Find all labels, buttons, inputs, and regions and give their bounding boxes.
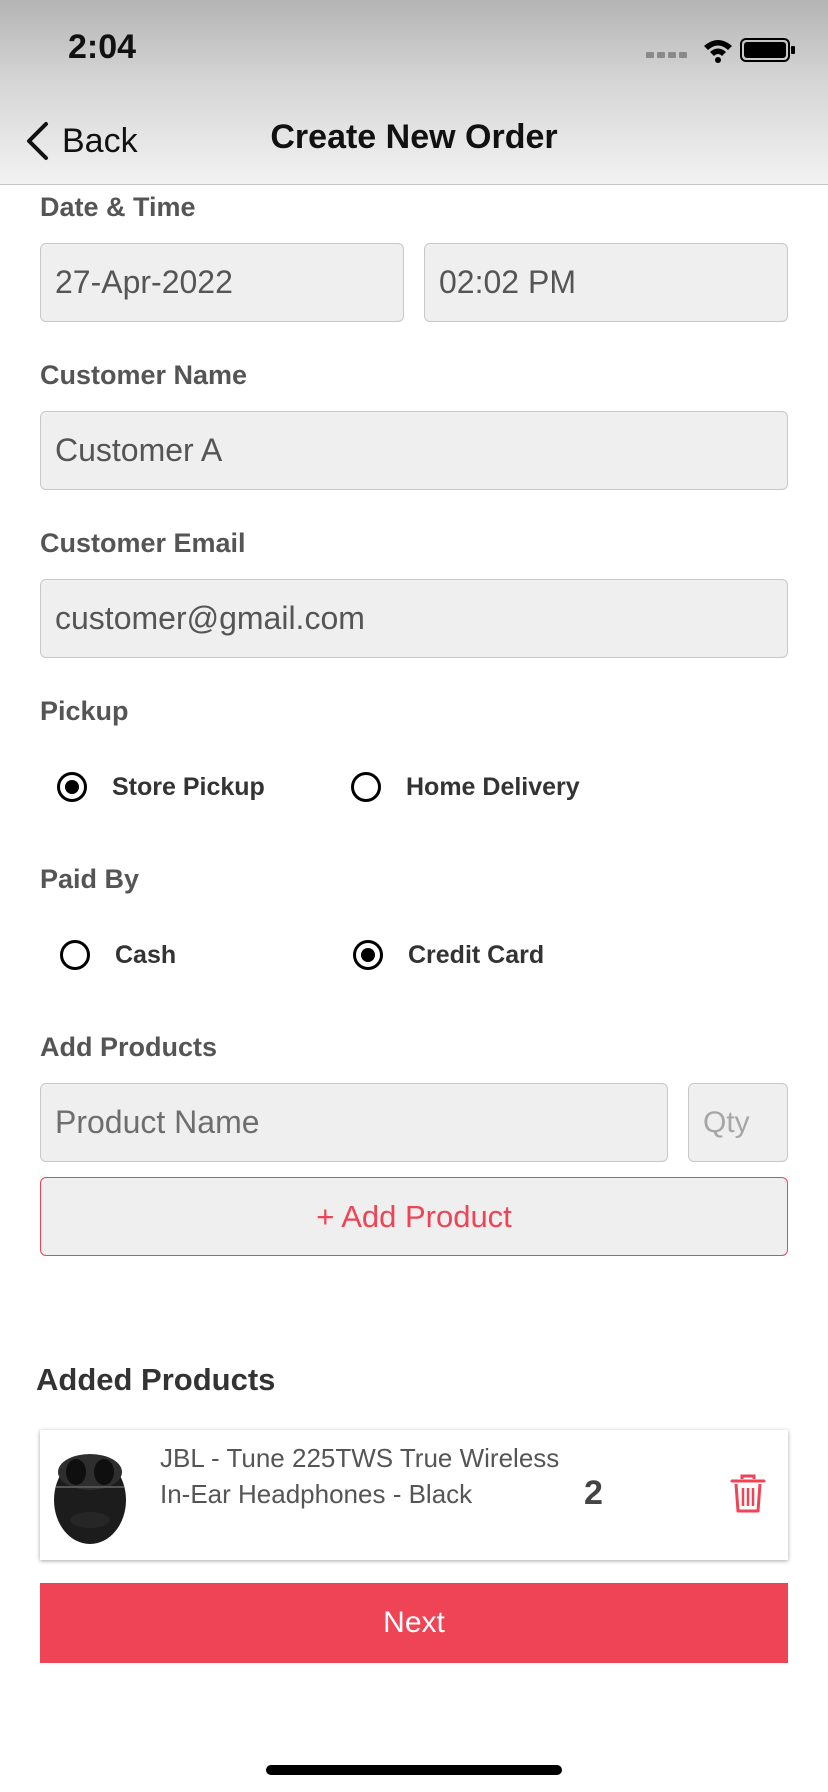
list-item: JBL - Tune 225TWS True Wireless In-Ear H… [40,1430,788,1560]
customer-name-label: Customer Name [40,360,248,390]
product-qty: 2 [584,1474,603,1512]
time-field[interactable]: 02:02 PM [424,243,788,322]
customer-name-field[interactable]: Customer A [40,411,788,490]
trash-icon[interactable] [730,1474,766,1514]
wifi-icon [704,40,732,63]
radio-selected-icon [57,772,87,802]
customer-email-field[interactable]: customer@gmail.com [40,579,788,658]
next-button[interactable]: Next [40,1583,788,1663]
date-field[interactable]: 27-Apr-2022 [40,243,404,322]
signal-icon [646,52,687,58]
radio-selected-icon [353,940,383,970]
product-image [52,1442,128,1548]
added-products-title: Added Products [36,1362,276,1397]
radio-unselected-icon [60,940,90,970]
paid-by-label: Paid By [40,864,140,894]
radio-label: Store Pickup [112,772,265,801]
radio-label: Home Delivery [406,772,580,801]
status-time: 2:04 [68,28,137,66]
navigation-bar: 2:04 Back Create New Order [0,0,828,185]
radio-cash[interactable]: Cash [60,940,176,970]
product-name: JBL - Tune 225TWS True Wireless In-Ear H… [160,1443,560,1509]
product-name-input[interactable]: Product Name [40,1083,668,1162]
radio-home-delivery[interactable]: Home Delivery [351,772,580,802]
date-time-label: Date & Time [40,192,196,222]
add-products-label: Add Products [40,1032,218,1062]
radio-label: Credit Card [408,940,545,969]
add-product-button[interactable]: + Add Product [40,1177,788,1256]
pickup-label: Pickup [40,696,129,726]
customer-email-label: Customer Email [40,528,246,558]
radio-unselected-icon [351,772,381,802]
battery-icon [740,38,795,62]
page-title: Create New Order [270,118,558,156]
radio-label: Cash [115,940,177,969]
radio-credit-card[interactable]: Credit Card [353,940,544,970]
home-indicator[interactable] [266,1765,562,1775]
status-icons [646,38,795,63]
qty-input[interactable]: Qty [688,1083,788,1162]
radio-store-pickup[interactable]: Store Pickup [57,772,265,802]
